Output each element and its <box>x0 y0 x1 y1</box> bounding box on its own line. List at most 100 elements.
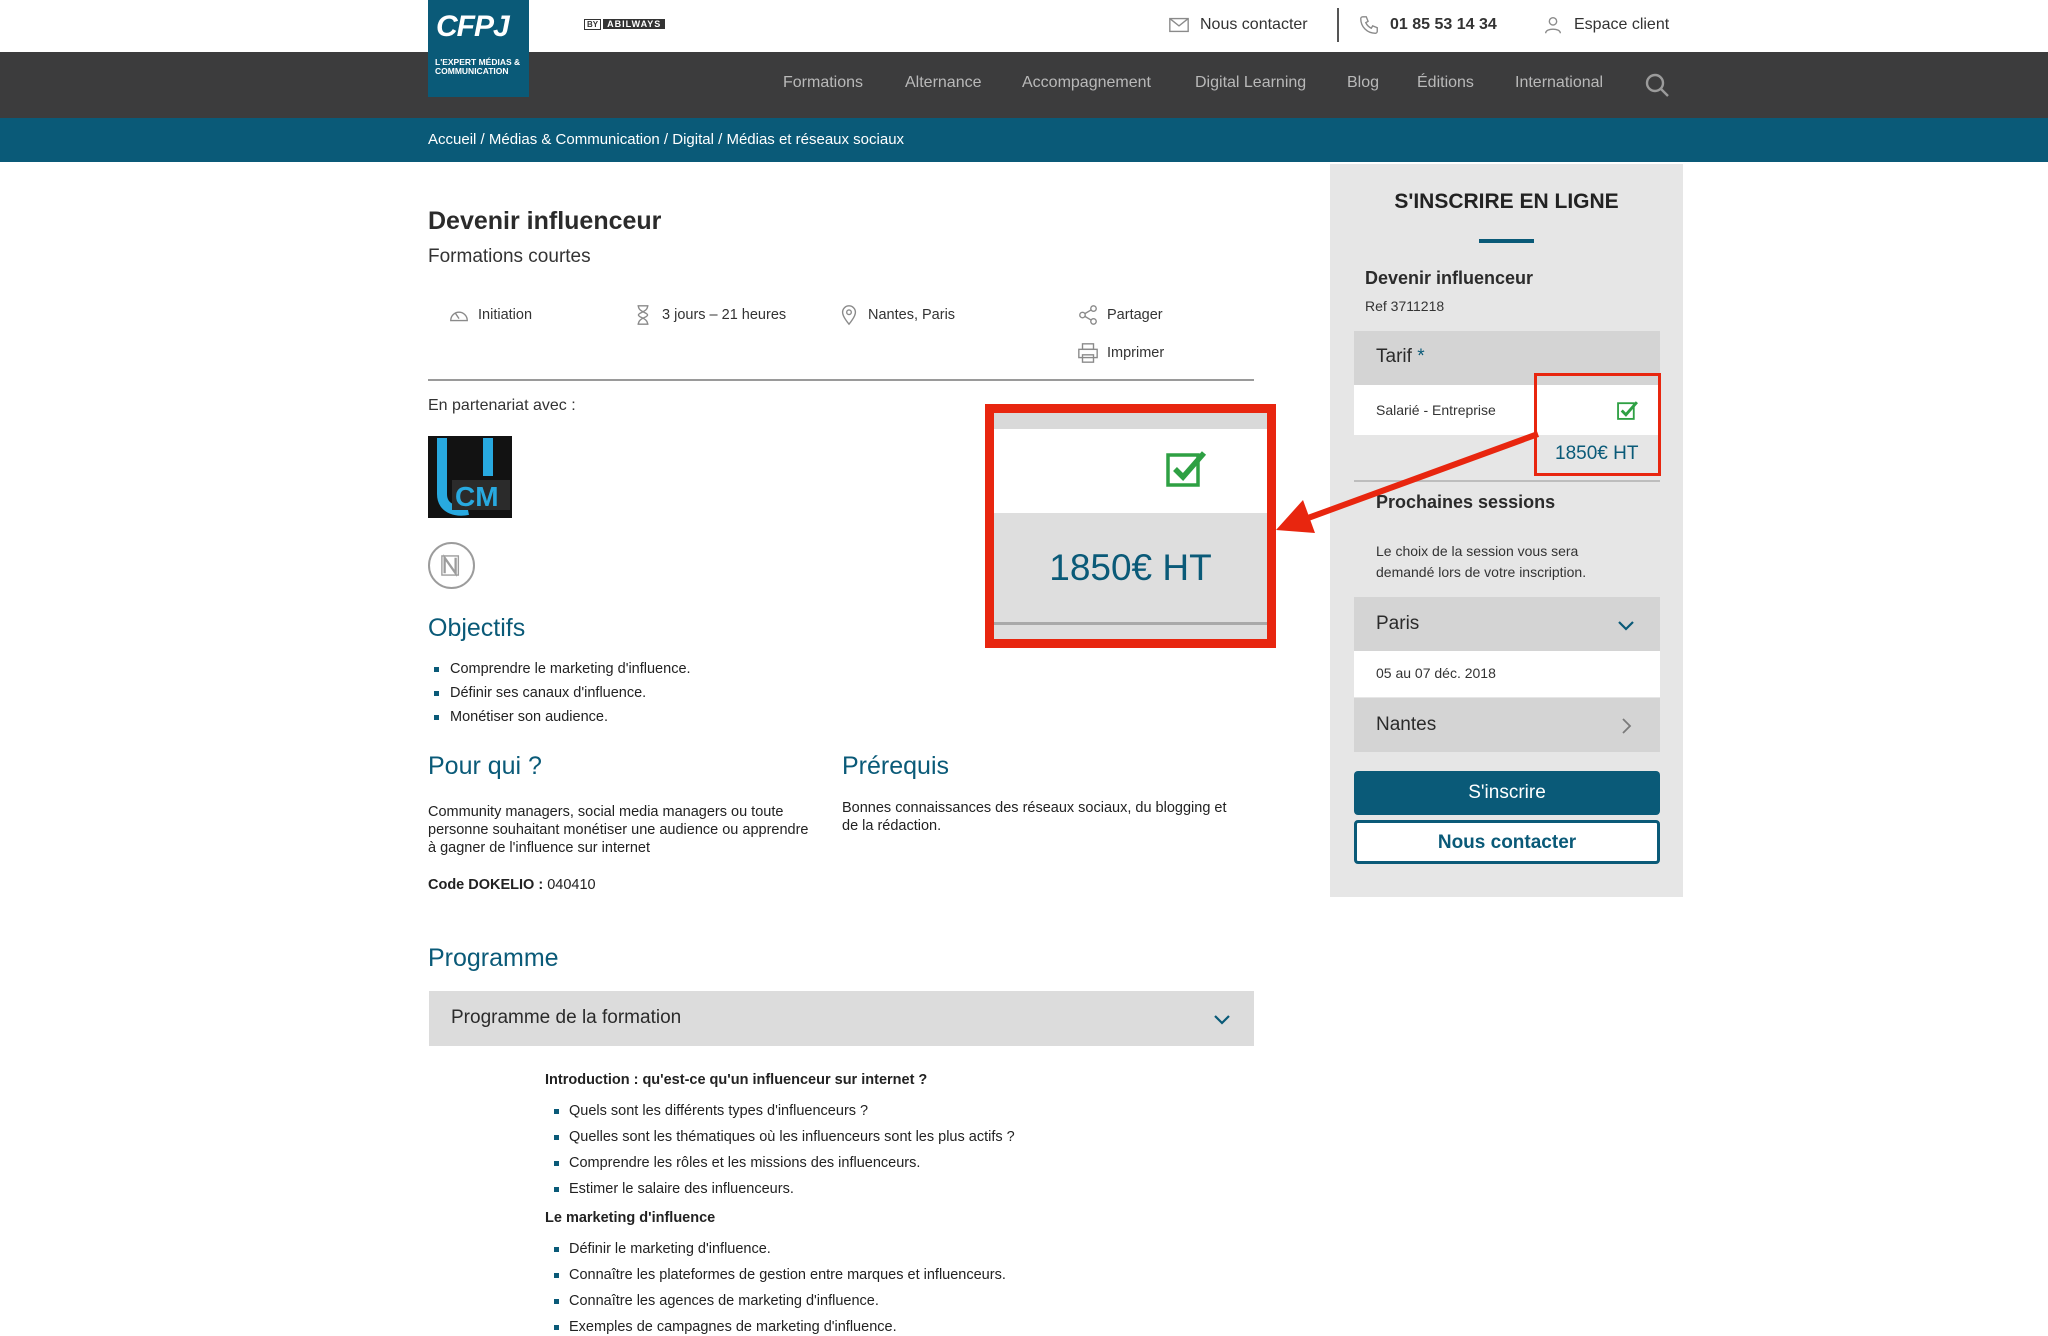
meta-divider <box>428 379 1254 381</box>
envelope-icon <box>1169 17 1189 33</box>
sessions-title: Prochaines sessions <box>1376 492 1556 512</box>
share-button[interactable]: Partager <box>1077 304 1163 326</box>
page-subtitle: Formations courtes <box>428 246 591 267</box>
client-link[interactable]: Espace client <box>1542 14 1669 36</box>
price-highlight-box <box>1534 373 1661 476</box>
prerequisites-heading: Prérequis <box>842 752 949 780</box>
list-item: Estimer le salaire des influenceurs. <box>548 1176 1015 1202</box>
list-item: Comprendre le marketing d'influence. <box>428 657 691 681</box>
cfpj-logo[interactable]: CFPJ L'EXPERT MÉDIAS & COMMUNICATION <box>428 0 529 97</box>
checkbox-checked-icon <box>1166 451 1207 487</box>
logo-tagline: L'EXPERT MÉDIAS & COMMUNICATION <box>435 57 521 76</box>
audience-text: Community managers, social media manager… <box>428 804 809 856</box>
programme-section-list: Définir le marketing d'influence. Connaî… <box>548 1236 1006 1336</box>
sidebar-course-name: Devenir influenceur <box>1365 268 1534 288</box>
n-logo-graphic <box>441 554 460 577</box>
callout-price: 1850€ HT <box>1049 547 1212 588</box>
audience-heading: Pour qui ? <box>428 752 542 780</box>
top-bar: CFPJ L'EXPERT MÉDIAS & COMMUNICATION BY A… <box>0 0 2048 97</box>
session-city-nantes[interactable]: Nantes <box>1354 698 1660 752</box>
dokelio-label: Code DOKELIO : <box>428 877 544 893</box>
phone-link[interactable]: 01 85 53 14 34 <box>1358 14 1497 36</box>
level-label: Initiation <box>478 307 533 323</box>
session-date-label: 05 au 07 déc. 2018 <box>1376 665 1496 681</box>
svg-text:CM: CM <box>455 481 499 512</box>
phone-icon <box>1360 16 1378 34</box>
tarif-option-label: Salarié - Entreprise <box>1376 402 1496 418</box>
sidebar-divider <box>1354 480 1660 482</box>
print-label: Imprimer <box>1107 345 1165 361</box>
gauge-icon <box>450 311 468 322</box>
dokelio-code: Code DOKELIO : 040410 <box>428 877 596 893</box>
annotation-arrow <box>1276 431 1540 533</box>
duration-label: 3 jours – 21 heures <box>662 307 787 323</box>
sessions-note: Le choix de la session vous sera demandé… <box>1376 543 1587 580</box>
dokelio-value: 040410 <box>547 877 596 893</box>
print-button[interactable]: Imprimer <box>1077 342 1164 364</box>
nav-item-accompagnement[interactable]: Accompagnement <box>1022 74 1151 92</box>
partner-label: En partenariat avec : <box>428 397 576 414</box>
programme-section-title: Le marketing d'influence <box>545 1210 716 1226</box>
ucm-partner-logo[interactable]: CM <box>428 436 512 518</box>
nav-item-alternance[interactable]: Alternance <box>905 74 982 92</box>
list-item: Exemples de campagnes de marketing d'inf… <box>548 1314 1006 1336</box>
programme-heading: Programme <box>428 944 559 972</box>
printer-icon <box>1078 343 1098 363</box>
programme-accordion[interactable]: Programme de la formation <box>429 991 1254 1046</box>
accordion-label: Programme de la formation <box>451 1007 682 1028</box>
nav-item-blog[interactable]: Blog <box>1347 74 1379 92</box>
n-partner-logo[interactable] <box>428 542 475 589</box>
abilways-label: ABILWAYS <box>603 19 666 29</box>
tarif-label: Tarif * <box>1376 346 1425 368</box>
contact-button[interactable]: Nous contacter <box>1354 820 1660 864</box>
list-item: Comprendre les rôles et les missions des… <box>548 1150 1015 1176</box>
user-icon <box>1544 16 1562 34</box>
by-label: BY <box>584 19 602 30</box>
list-item: Monétiser son audience. <box>428 705 691 729</box>
hourglass-icon <box>637 305 649 325</box>
abilways-logo: BY ABILWAYS <box>584 19 666 31</box>
location-label: Nantes, Paris <box>868 307 956 323</box>
programme-section-list: Quels sont les différents types d'influe… <box>548 1098 1015 1202</box>
sidebar-course-ref: Ref 3711218 <box>1365 298 1445 314</box>
tarif-label-text: Tarif <box>1376 346 1412 367</box>
callout-header-strip <box>994 413 1267 429</box>
contact-label: Nous contacter <box>1200 16 1308 33</box>
meta-location: Nantes, Paris <box>838 304 955 326</box>
ucm-logo-graphic: CM <box>428 436 512 518</box>
meta-level: Initiation <box>448 304 532 326</box>
session-date-row[interactable]: 05 au 07 déc. 2018 <box>1354 651 1660 697</box>
session-city-label: Paris <box>1376 613 1420 634</box>
nav-item-formations[interactable]: Formations <box>783 74 863 92</box>
prerequisites-text: Bonnes connaissances des réseaux sociaux… <box>842 800 1227 834</box>
session-city-label: Nantes <box>1376 714 1437 735</box>
registration-sidebar: S'INSCRIRE EN LIGNE Devenir influenceur … <box>1330 164 1683 897</box>
nav-item-international[interactable]: International <box>1515 74 1603 92</box>
nav-item-editions[interactable]: Éditions <box>1417 74 1474 92</box>
required-star: * <box>1417 346 1425 367</box>
top-separator <box>1337 8 1339 42</box>
meta-duration: 3 jours – 21 heures <box>632 304 786 326</box>
list-item: Définir ses canaux d'influence. <box>428 681 691 705</box>
main-nav: Formations Alternance Accompagnement Dig… <box>0 52 2048 118</box>
chevron-right-icon <box>1622 718 1632 734</box>
session-city-paris[interactable]: Paris <box>1354 597 1660 651</box>
chevron-down-icon <box>1618 621 1634 631</box>
callout-divider <box>994 622 1267 625</box>
list-item: Connaître les agences de marketing d'inf… <box>548 1288 1006 1314</box>
list-item: Quels sont les différents types d'influe… <box>548 1098 1015 1124</box>
objectives-list: Comprendre le marketing d'influence. Déf… <box>428 657 691 729</box>
register-button[interactable]: S'inscrire <box>1354 771 1660 815</box>
price-callout: 1850€ HT <box>985 404 1276 648</box>
breadcrumb[interactable]: Accueil / Médias & Communication / Digit… <box>428 131 904 148</box>
share-label: Partager <box>1107 307 1163 323</box>
client-label: Espace client <box>1574 16 1670 33</box>
search-icon[interactable] <box>1644 72 1670 98</box>
list-item: Quelles sont les thématiques où les infl… <box>548 1124 1015 1150</box>
contact-link[interactable]: Nous contacter <box>1168 14 1308 36</box>
list-item: Connaître les plateformes de gestion ent… <box>548 1262 1006 1288</box>
breadcrumb-bar: Accueil / Médias & Communication / Digit… <box>0 118 2048 162</box>
list-item: Définir le marketing d'influence. <box>548 1236 1006 1262</box>
nav-item-digital-learning[interactable]: Digital Learning <box>1195 74 1306 92</box>
logo-wordmark: CFPJ <box>436 10 510 43</box>
